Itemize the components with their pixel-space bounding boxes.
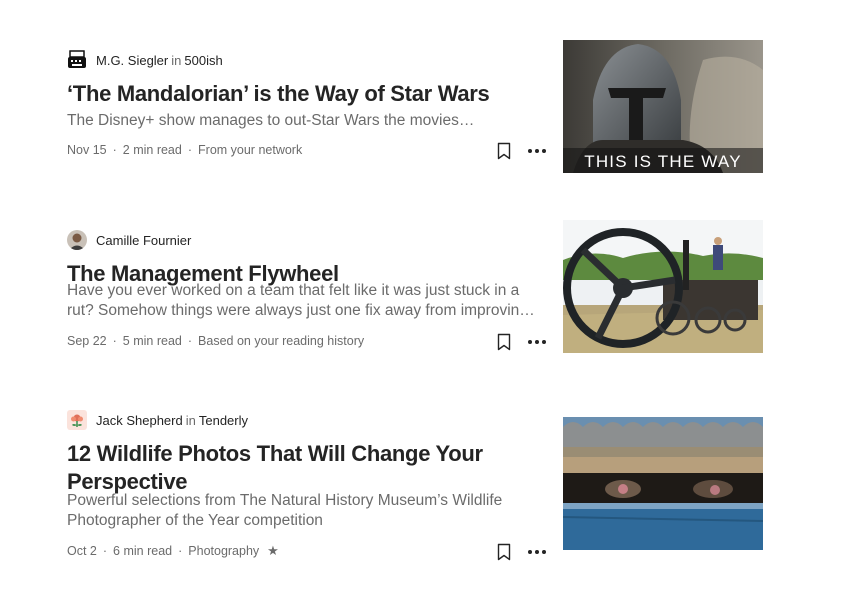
bookmark-icon[interactable] [495, 141, 513, 161]
author-row: Jack Shepherd in Tenderly [67, 410, 248, 430]
article-meta: Sep 22 · 5 min read · Based on your read… [67, 331, 364, 351]
typewriter-icon[interactable] [67, 50, 87, 70]
read-time: 6 min read [113, 544, 173, 558]
more-options-icon[interactable] [526, 542, 548, 562]
bookmark-icon[interactable] [495, 332, 513, 352]
person-avatar[interactable] [67, 230, 87, 250]
author-name[interactable]: Camille Fournier [96, 233, 191, 248]
author-row: Camille Fournier [67, 230, 191, 250]
article-thumbnail[interactable] [563, 220, 763, 353]
flower-icon[interactable] [67, 410, 87, 430]
read-time: 2 min read [122, 143, 182, 157]
article-card[interactable]: M.G. Siegler in 500ish ‘The Mandalorian’… [0, 40, 847, 180]
separator-dot: · [187, 143, 193, 157]
article-title[interactable]: 12 Wildlife Photos That Will Change Your… [67, 440, 537, 496]
thumbnail-caption: THIS IS THE WAY [584, 152, 741, 171]
publication-name[interactable]: Tenderly [199, 413, 248, 428]
publish-date: Nov 15 [67, 143, 107, 157]
separator-dot: · [187, 334, 193, 348]
article-title[interactable]: ‘The Mandalorian’ is the Way of Star War… [67, 80, 537, 108]
article-tag[interactable]: Based on your reading history [198, 334, 364, 348]
bookmark-icon[interactable] [495, 542, 513, 562]
article-excerpt[interactable]: Powerful selections from The Natural His… [67, 491, 545, 531]
separator-dot: · [102, 544, 108, 558]
article-tag[interactable]: Photography [188, 544, 259, 558]
more-options-icon[interactable] [526, 141, 548, 161]
read-time: 5 min read [122, 334, 182, 348]
article-card[interactable]: Jack Shepherd in Tenderly 12 Wildlife Ph… [0, 400, 847, 570]
in-label: in [171, 52, 182, 68]
article-thumbnail[interactable]: THIS IS THE WAY [563, 40, 763, 173]
article-excerpt[interactable]: The Disney+ show manages to out-Star War… [67, 111, 545, 131]
article-meta: Nov 15 · 2 min read · From your network [67, 140, 302, 160]
publish-date: Oct 2 [67, 544, 97, 558]
article-thumbnail[interactable] [563, 417, 763, 550]
article-card[interactable]: Camille Fournier The Management Flywheel… [0, 220, 847, 360]
author-name[interactable]: M.G. Siegler [96, 53, 168, 68]
article-meta: Oct 2 · 6 min read · Photography ★ [67, 541, 279, 561]
publication-name[interactable]: 500ish [184, 53, 222, 68]
more-options-icon[interactable] [526, 332, 548, 352]
author-name[interactable]: Jack Shepherd [96, 413, 183, 428]
separator-dot: · [112, 143, 117, 157]
member-star-icon: ★ [267, 543, 279, 558]
article-excerpt[interactable]: Have you ever worked on a team that felt… [67, 281, 545, 321]
publish-date: Sep 22 [67, 334, 107, 348]
in-label: in [185, 412, 196, 428]
separator-dot: · [178, 544, 183, 558]
author-row: M.G. Siegler in 500ish [67, 50, 223, 70]
separator-dot: · [112, 334, 117, 348]
article-tag[interactable]: From your network [198, 143, 302, 157]
